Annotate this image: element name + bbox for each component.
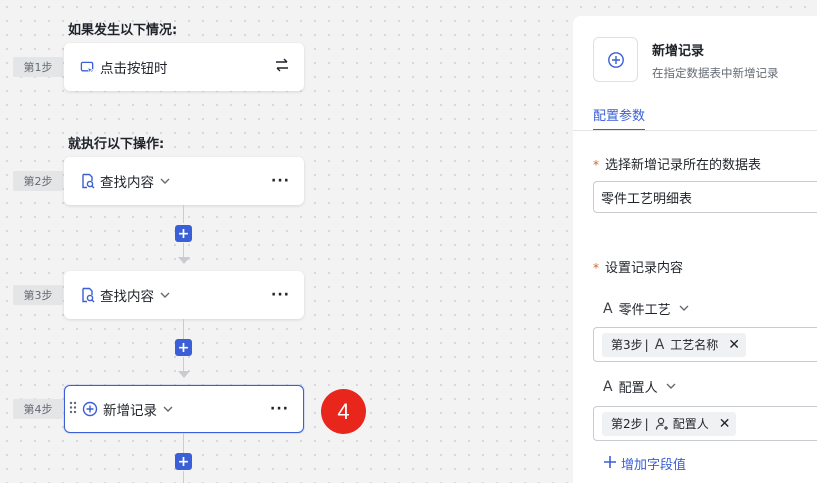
step-tag-3: 第3步	[13, 285, 63, 305]
add-field-value-button[interactable]: 增加字段值	[603, 454, 686, 473]
drag-handle-icon[interactable]	[69, 401, 79, 418]
table-select-value: 零件工艺明细表	[601, 191, 693, 207]
step-number-badge: 4	[321, 389, 366, 434]
tab-config-params[interactable]: 配置参数	[593, 105, 646, 131]
add-circle-icon	[81, 400, 99, 418]
step-tag-4: 第4步	[13, 399, 63, 419]
person-add-icon	[655, 417, 669, 431]
table-field-label: * 选择新增记录所在的数据表	[593, 158, 762, 173]
required-mark: *	[593, 158, 599, 172]
chip-step: 第2步	[611, 417, 643, 431]
search-doc-icon	[78, 172, 96, 190]
text-a-icon: A	[603, 378, 613, 395]
swap-icon[interactable]	[274, 58, 290, 76]
more-icon[interactable]: ···	[270, 401, 289, 417]
chevron-down-icon[interactable]	[160, 178, 170, 184]
panel-subtitle: 在指定数据表中新增记录	[652, 66, 779, 80]
add-circle-icon	[593, 37, 638, 82]
table-select[interactable]: 零件工艺明细表	[593, 181, 817, 213]
chip-separator: |	[644, 337, 649, 352]
chip-step: 第3步	[611, 338, 643, 352]
step-label: 查找内容	[100, 175, 154, 191]
search-doc-icon	[78, 286, 96, 304]
field-name-label: 零件工艺	[618, 303, 671, 318]
add-field-label: 增加字段值	[621, 458, 687, 473]
more-icon[interactable]: ···	[271, 287, 290, 303]
content-field-label: * 设置记录内容	[593, 261, 684, 276]
field-name-label: 配置人	[618, 381, 658, 396]
chevron-down-icon[interactable]	[679, 303, 689, 314]
value-chip: 第3步 | A 工艺名称 ✕	[602, 332, 747, 357]
field-name-selector[interactable]: A 配置人	[603, 377, 676, 396]
text-a-icon: A	[654, 336, 665, 353]
trigger-heading: 如果发生以下情况:	[68, 23, 178, 38]
cursor-click-icon	[78, 58, 96, 76]
step-tag-1: 第1步	[13, 57, 63, 77]
panel-title: 新增记录	[652, 44, 705, 59]
add-step-button[interactable]: +	[175, 225, 192, 242]
close-icon[interactable]: ✕	[719, 416, 731, 432]
add-step-button[interactable]: +	[175, 339, 192, 356]
add-step-button[interactable]: +	[175, 453, 192, 470]
step-label: 新增记录	[103, 403, 157, 419]
chevron-down-icon[interactable]	[163, 406, 173, 412]
text-a-icon: A	[603, 300, 613, 317]
chip-value: 工艺名称	[670, 338, 719, 352]
close-icon[interactable]: ✕	[728, 337, 740, 353]
step-tag-2: 第2步	[13, 171, 63, 191]
value-chip: 第2步 | 配置人 ✕	[602, 411, 737, 436]
field-name-selector[interactable]: A 零件工艺	[603, 299, 689, 318]
step-card-1[interactable]: 点击按钮时	[64, 43, 304, 91]
action-heading: 就执行以下操作:	[68, 137, 165, 152]
more-icon[interactable]: ···	[271, 173, 290, 189]
chip-value: 配置人	[672, 417, 709, 431]
step-label: 查找内容	[100, 289, 154, 305]
field-value-box[interactable]: 第3步 | A 工艺名称 ✕	[593, 327, 817, 362]
chevron-down-icon[interactable]	[160, 292, 170, 298]
plus-icon	[603, 455, 617, 473]
step-label: 点击按钮时	[100, 61, 168, 77]
field-value-box[interactable]: 第2步 | 配置人 ✕	[593, 406, 817, 441]
chip-separator: |	[644, 416, 649, 431]
required-mark: *	[593, 261, 599, 275]
step-card-2[interactable]: 查找内容 ···	[64, 157, 304, 205]
divider	[573, 130, 817, 131]
step-card-3[interactable]: 查找内容 ···	[64, 271, 304, 319]
chevron-down-icon[interactable]	[666, 381, 676, 392]
config-panel: 新增记录 在指定数据表中新增记录 配置参数 * 选择新增记录所在的数据表 零件工艺…	[573, 16, 817, 483]
step-card-4[interactable]: 新增记录 ···	[64, 385, 304, 433]
